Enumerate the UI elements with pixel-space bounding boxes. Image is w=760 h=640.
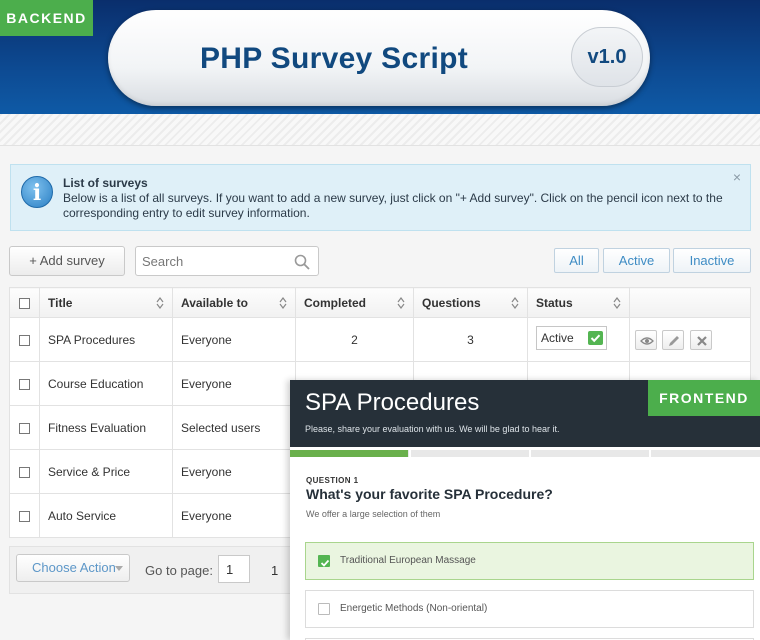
row-available-to: Everyone — [172, 493, 296, 538]
select-all-cell — [9, 287, 40, 318]
delete-button[interactable] — [689, 329, 712, 350]
row-checkbox[interactable] — [19, 510, 30, 522]
row-checkbox[interactable] — [19, 422, 30, 434]
progress-fill — [290, 450, 408, 457]
row-available-to: Everyone — [172, 361, 296, 406]
row-completed-link[interactable]: 2 — [295, 317, 414, 362]
info-text: Below is a list of all surveys. If you w… — [63, 191, 723, 220]
info-icon: i — [21, 176, 53, 208]
goto-page-input[interactable]: 1 — [218, 555, 250, 583]
filter-active-button[interactable]: Active — [603, 248, 670, 273]
goto-label: Go to page: — [145, 563, 213, 578]
eye-icon — [640, 336, 654, 345]
pencil-icon — [669, 335, 680, 346]
chevron-down-icon — [115, 566, 123, 571]
option-checkbox[interactable] — [318, 555, 330, 567]
question-text: What's your favorite SPA Procedure? — [306, 486, 553, 502]
row-available-to: Everyone — [172, 317, 296, 362]
close-icon[interactable]: × — [733, 169, 741, 185]
page-link[interactable]: 1 — [271, 563, 278, 578]
option-label: Traditional European Massage — [340, 555, 476, 566]
row-title: SPA Procedures — [39, 317, 173, 362]
row-select-cell — [9, 361, 40, 406]
column-available-to[interactable]: Available to — [172, 287, 296, 318]
table-header-row: Title Available to Completed Questions S… — [9, 287, 751, 318]
choose-action-label: Choose Action — [32, 560, 116, 575]
version-badge: v1.0 — [571, 27, 643, 87]
row-select-cell — [9, 317, 40, 362]
close-icon — [696, 335, 707, 346]
question-hint: We offer a large selection of them — [306, 509, 441, 519]
row-checkbox[interactable] — [19, 378, 30, 390]
option-checkbox[interactable] — [318, 603, 330, 615]
question-number: QUESTION 1 — [306, 476, 359, 485]
sort-icon[interactable] — [511, 297, 519, 309]
frontend-header: SPA Procedures Please, share your evalua… — [290, 380, 760, 447]
table-row: SPA Procedures Everyone 2 3 Active — [9, 317, 751, 362]
row-select-cell — [9, 493, 40, 538]
status-label: Active — [541, 331, 574, 345]
row-checkbox[interactable] — [19, 334, 30, 346]
filter-all-button[interactable]: All — [554, 248, 599, 273]
survey-title: SPA Procedures — [305, 389, 480, 416]
app-title: PHP Survey Script — [200, 42, 468, 75]
answer-option[interactable]: Traditional European Massage — [305, 542, 754, 580]
header: BACKEND PHP Survey Script v1.0 — [0, 0, 760, 114]
add-survey-button[interactable]: + Add survey — [9, 246, 125, 276]
row-actions — [629, 317, 751, 362]
title-pill: PHP Survey Script v1.0 — [108, 10, 650, 106]
column-actions — [629, 287, 751, 318]
choose-action-dropdown[interactable]: Choose Action — [16, 554, 130, 582]
progress-divider — [529, 450, 531, 457]
progress-bar — [290, 450, 760, 457]
row-title: Fitness Evaluation — [39, 405, 173, 450]
row-title: Service & Price — [39, 449, 173, 494]
sort-icon[interactable] — [397, 297, 405, 309]
check-icon — [588, 331, 603, 345]
column-completed[interactable]: Completed — [295, 287, 414, 318]
row-title: Course Education — [39, 361, 173, 406]
select-all-checkbox[interactable] — [19, 297, 30, 309]
option-label: Energetic Methods (Non-oriental) — [340, 603, 488, 614]
info-title: List of surveys — [63, 176, 148, 190]
column-title[interactable]: Title — [39, 287, 173, 318]
status-toggle[interactable]: Active — [536, 326, 607, 350]
filter-inactive-button[interactable]: Inactive — [673, 248, 751, 273]
column-questions[interactable]: Questions — [413, 287, 528, 318]
row-select-cell — [9, 449, 40, 494]
search-icon[interactable] — [294, 254, 310, 270]
row-questions: 3 — [413, 317, 528, 362]
column-status[interactable]: Status — [527, 287, 630, 318]
survey-subtitle: Please, share your evaluation with us. W… — [305, 424, 560, 434]
header-divider — [0, 114, 760, 146]
row-title: Auto Service — [39, 493, 173, 538]
answer-option[interactable]: Energetic Methods (Non-oriental) — [305, 590, 754, 628]
frontend-preview: SPA Procedures Please, share your evalua… — [290, 380, 760, 640]
progress-divider — [649, 450, 651, 457]
sort-icon[interactable] — [279, 297, 287, 309]
edit-button[interactable] — [662, 329, 685, 350]
frontend-badge: FRONTEND — [648, 380, 760, 416]
backend-badge: BACKEND — [0, 0, 93, 36]
row-select-cell — [9, 405, 40, 450]
search-input[interactable] — [142, 253, 292, 269]
info-box: i List of surveys Below is a list of all… — [10, 164, 751, 231]
view-button[interactable] — [635, 329, 657, 350]
check-icon — [320, 559, 330, 567]
search-box[interactable] — [135, 246, 319, 276]
row-available-to: Everyone — [172, 449, 296, 494]
row-available-to: Selected users — [172, 405, 296, 450]
row-status-cell: Active — [527, 317, 630, 362]
sort-icon[interactable] — [156, 297, 164, 309]
row-checkbox[interactable] — [19, 466, 30, 478]
sort-icon[interactable] — [613, 297, 621, 309]
progress-divider — [409, 450, 411, 457]
